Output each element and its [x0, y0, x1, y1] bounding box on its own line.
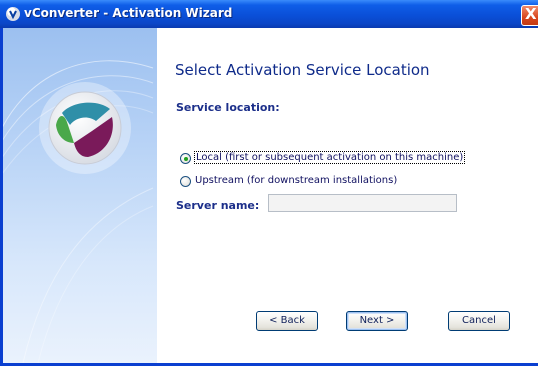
back-button[interactable]: < Back	[256, 311, 318, 331]
server-name-input[interactable]	[268, 194, 457, 212]
cancel-button[interactable]: Cancel	[448, 311, 510, 331]
window-border-left	[0, 28, 3, 366]
radio-selected-dot	[183, 156, 188, 161]
page-title: Select Activation Service Location	[175, 61, 430, 79]
title-bar[interactable]: vConverter - Activation Wizard X	[0, 0, 538, 28]
app-logo-icon	[6, 7, 20, 21]
service-location-label: Service location:	[176, 101, 280, 114]
product-logo-icon	[48, 91, 122, 165]
radio-upstream-label[interactable]: Upstream (for downstream installations)	[195, 175, 397, 186]
next-button[interactable]: Next >	[346, 311, 408, 331]
server-name-label: Server name:	[176, 199, 260, 212]
wizard-side-panel	[3, 28, 157, 363]
close-icon: X	[525, 5, 537, 23]
radio-local-label[interactable]: Local (first or subsequent activation on…	[193, 151, 466, 164]
decorative-swoosh	[3, 60, 154, 363]
window-title: vConverter - Activation Wizard	[24, 6, 233, 20]
close-button[interactable]: X	[521, 5, 538, 26]
radio-local[interactable]	[180, 153, 191, 164]
wizard-window: vConverter - Activation Wizard X Select …	[0, 0, 538, 366]
radio-upstream[interactable]	[180, 176, 191, 187]
